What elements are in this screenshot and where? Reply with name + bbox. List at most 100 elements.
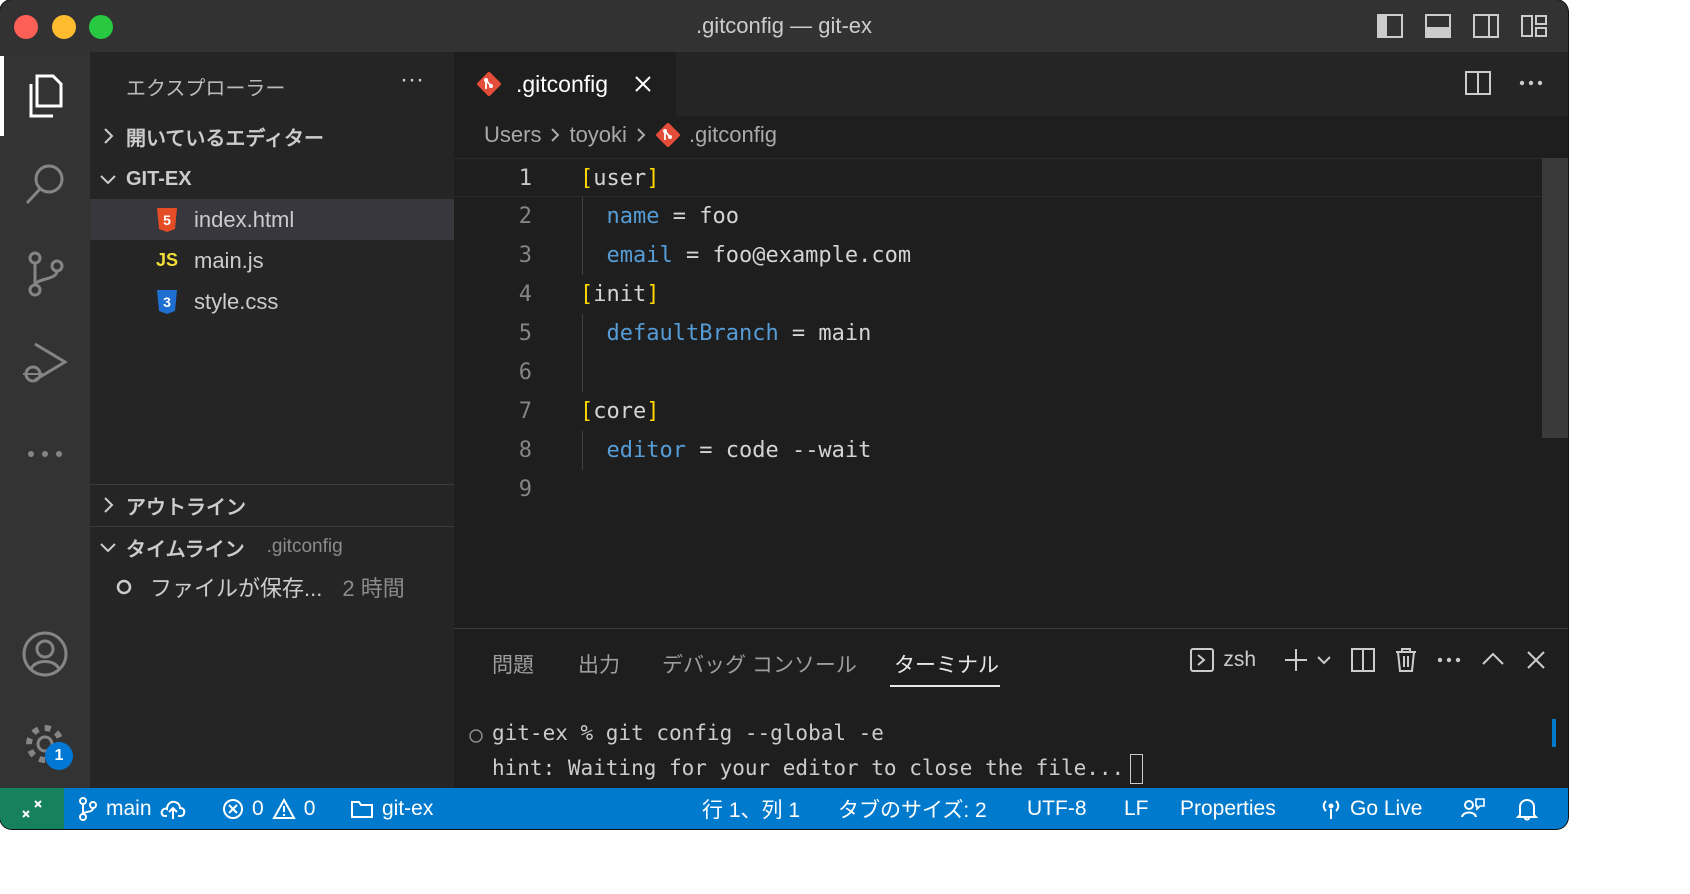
toggle-panel-icon[interactable] <box>1422 12 1454 40</box>
code-line: 3 email = foo@example.com <box>454 236 1568 275</box>
file-item[interactable]: JS main.js <box>90 240 454 281</box>
timeline-entry-label: ファイルが保存... <box>150 576 323 601</box>
error-count: 0 <box>252 796 264 820</box>
timeline-entry-time: 2 時間 <box>342 576 405 601</box>
code-line: 6 <box>454 353 1568 392</box>
tab-terminal[interactable]: ターミナル <box>894 649 999 679</box>
branch-name: main <box>106 796 152 820</box>
encoding-status[interactable]: UTF-8 <box>1027 788 1087 829</box>
line-number: 5 <box>518 321 532 346</box>
title-bar: .gitconfig — git-ex <box>0 0 1568 52</box>
config-value: = main <box>778 321 872 346</box>
line-number: 8 <box>518 438 532 463</box>
cloud-upload-icon[interactable] <box>160 798 186 820</box>
branch-status[interactable]: main <box>78 788 186 829</box>
chevron-down-icon[interactable] <box>1316 654 1332 666</box>
code-line: 7 [core] <box>454 392 1568 431</box>
sidebar-title: エクスプローラー <box>126 78 286 100</box>
close-tab-icon[interactable] <box>634 75 652 93</box>
file-item[interactable]: 3 style.css <box>90 281 454 322</box>
chevron-right-icon <box>90 496 126 514</box>
split-editor-icon[interactable] <box>1464 70 1492 96</box>
terminal-icon <box>1189 647 1215 673</box>
remote-indicator[interactable] <box>0 788 64 829</box>
notifications-bell-icon[interactable] <box>1516 788 1538 829</box>
breadcrumb-item[interactable]: toyoki <box>569 122 626 148</box>
tab-problems[interactable]: 問題 <box>492 649 534 679</box>
section-timeline[interactable]: タイムライン .gitconfig <box>90 527 454 567</box>
terminal-line-with-cursor[interactable]: hint: Waiting for your editor to close t… <box>492 754 1144 784</box>
accounts-icon[interactable] <box>0 614 90 694</box>
command-status-circle-icon <box>468 728 484 744</box>
sidebar-more-actions-icon[interactable]: ··· <box>400 66 424 94</box>
remote-icon <box>20 797 44 821</box>
chevron-down-icon <box>90 172 126 186</box>
editor-scrollbar[interactable] <box>1542 158 1568 438</box>
active-tab-indicator <box>890 685 1000 687</box>
status-bar: main 0 0 git-ex 行 1、列 1 タブのサイズ: 2 UTF-8 … <box>0 788 1568 829</box>
trash-icon[interactable] <box>1394 647 1418 673</box>
cursor-position[interactable]: 行 1、列 1 <box>702 788 800 829</box>
line-number: 6 <box>518 360 532 385</box>
section-name: core <box>593 399 647 424</box>
line-number: 4 <box>518 282 532 307</box>
indentation-status[interactable]: タブのサイズ: 2 <box>838 788 987 829</box>
new-terminal-icon[interactable] <box>1284 648 1308 672</box>
section-folder-git-ex[interactable]: GIT-EX <box>90 159 454 199</box>
source-control-icon[interactable] <box>0 234 90 314</box>
run-and-debug-icon[interactable] <box>0 324 90 404</box>
editor-more-actions-icon[interactable] <box>1518 70 1544 96</box>
tab-gitconfig[interactable]: .gitconfig <box>454 52 676 116</box>
feedback-icon[interactable] <box>1460 788 1486 829</box>
toggle-secondary-sidebar-icon[interactable] <box>1470 12 1502 40</box>
breadcrumb: Users toyoki .gitconfig <box>484 122 777 148</box>
workspace-folder-status[interactable]: git-ex <box>350 788 433 829</box>
terminal-cursor <box>1130 754 1144 784</box>
config-key: email <box>606 243 673 268</box>
section-label: 開いているエディター <box>126 127 324 150</box>
editor-group: .gitconfig Users toyoki .gitconfig 1 [us… <box>454 52 1568 628</box>
close-panel-icon[interactable] <box>1524 648 1548 672</box>
toggle-primary-sidebar-icon[interactable] <box>1374 12 1406 40</box>
config-value: = foo <box>659 204 739 229</box>
explorer-sidebar: エクスプローラー ··· 開いているエディター GIT-EX 5 index.h… <box>90 52 454 788</box>
terminal-scrollbar[interactable] <box>1552 719 1556 747</box>
go-live-button[interactable]: Go Live <box>1320 788 1422 829</box>
svg-text:5: 5 <box>163 212 171 228</box>
section-label: GIT-EX <box>126 167 192 190</box>
manage-gear-icon[interactable] <box>0 704 90 784</box>
file-name: index.html <box>194 206 295 232</box>
error-icon <box>222 798 244 820</box>
search-icon[interactable] <box>0 144 90 224</box>
split-terminal-icon[interactable] <box>1350 647 1376 673</box>
warning-icon <box>271 797 296 820</box>
section-label: タイムライン <box>126 538 245 561</box>
section-open-editors[interactable]: 開いているエディター <box>90 116 454 156</box>
section-label: アウトライン <box>126 496 246 519</box>
customize-layout-icon[interactable] <box>1518 12 1550 40</box>
breadcrumb-item[interactable]: Users <box>484 122 541 148</box>
explorer-icon[interactable] <box>0 56 90 136</box>
git-file-icon <box>476 71 502 97</box>
maximize-panel-chevron-up-icon[interactable] <box>1480 647 1506 673</box>
problems-status[interactable]: 0 0 <box>222 788 315 829</box>
file-item[interactable]: 5 index.html <box>90 199 454 240</box>
code-line: 2 name = foo <box>454 197 1568 236</box>
bottom-panel: 問題 出力 デバッグ コンソール ターミナル zsh git-ex % git … <box>454 628 1568 789</box>
breadcrumb-item[interactable]: .gitconfig <box>689 122 777 148</box>
code-line: 5 defaultBranch = main <box>454 314 1568 353</box>
more-views-icon[interactable] <box>0 414 90 494</box>
timeline-entry[interactable]: ファイルが保存... 2 時間 <box>90 567 454 607</box>
language-mode-status[interactable]: Properties <box>1180 788 1276 829</box>
config-value: = code --wait <box>685 438 872 463</box>
warning-count: 0 <box>303 796 316 820</box>
panel-more-actions-icon[interactable] <box>1436 647 1462 673</box>
section-outline[interactable]: アウトライン <box>90 485 454 525</box>
eol-status[interactable]: LF <box>1124 788 1149 829</box>
terminal-shell-selector[interactable]: zsh <box>1189 647 1256 673</box>
tab-output[interactable]: 出力 <box>578 649 620 679</box>
config-key: defaultBranch <box>606 321 779 346</box>
tab-debug-console[interactable]: デバッグ コンソール <box>662 649 857 679</box>
code-editor[interactable]: 1 [user] 2 name = foo 3 email = foo@exam… <box>454 158 1568 509</box>
folder-name: git-ex <box>382 796 434 820</box>
